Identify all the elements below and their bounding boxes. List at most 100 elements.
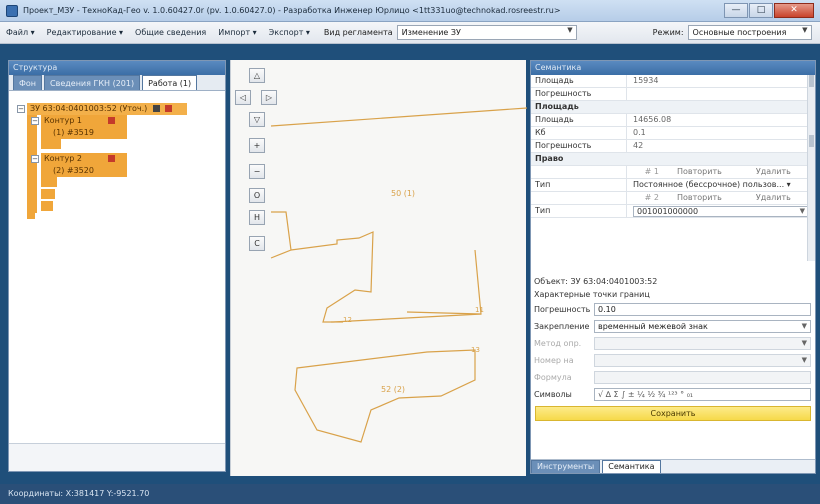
regulation-value: Изменение ЗУ [401, 28, 461, 37]
menu-general[interactable]: Общие сведения [129, 28, 212, 37]
repeat-link[interactable]: Повторить [677, 166, 722, 178]
zoom-in-button[interactable]: + [249, 138, 265, 153]
tab-semantics[interactable]: Семантика [602, 460, 661, 473]
chevron-down-icon: ▼ [799, 206, 805, 215]
semantics-panel: Семантика Площадь 15934 Погрешность Площ… [530, 60, 816, 474]
error-input[interactable]: 0.10 [594, 303, 811, 316]
fix-select[interactable]: временный межевой знак ▼ [594, 320, 811, 333]
save-button[interactable]: Сохранить [535, 406, 811, 421]
prop-value[interactable]: Постоянное (бессрочное) пользов... ▾ [627, 179, 815, 191]
tree-branch [41, 139, 61, 149]
menu-export[interactable]: Экспорт ▾ [263, 28, 316, 37]
fix-value: временный межевой знак [598, 322, 708, 331]
structure-tree: − ЗУ 63:04:0401003:52 (Уточ.) − Контур 1… [9, 91, 225, 219]
repeat-link[interactable]: Повторить [677, 192, 722, 204]
prop-value[interactable]: 0.1 [627, 127, 815, 139]
map-drawing: 50 (1) 52 (2) 12 11 13 [270, 107, 527, 443]
prop-value[interactable]: 42 [627, 140, 815, 152]
tab-background[interactable]: Фон [13, 75, 43, 90]
prop-value[interactable]: 001001000000 ▼ [627, 205, 815, 217]
prop-group-right: Право [531, 153, 815, 166]
mode-label: Режим: [652, 28, 684, 37]
prop-row[interactable]: Тип 001001000000 ▼ [531, 205, 815, 218]
prop-key: Тип [531, 205, 627, 217]
center-view-button[interactable]: C [249, 236, 265, 251]
parcel-label: 52 (2) [381, 385, 405, 394]
menu-import[interactable]: Импорт ▾ [212, 28, 262, 37]
zoom-out-button[interactable]: − [249, 164, 265, 179]
zoom-reset-button[interactable]: O [249, 188, 265, 203]
minimize-button[interactable]: — [724, 3, 748, 18]
tree-item-contour-1[interactable]: Контур 1 [41, 115, 127, 127]
delete-link[interactable]: Удалить [756, 166, 791, 178]
prop-value[interactable]: 15934 [627, 75, 815, 87]
prop-row[interactable]: Площадь 14656.08 [531, 114, 815, 127]
fix-label: Закрепление [534, 322, 590, 331]
tree-item-contour-1-child[interactable]: (1) #3519 [41, 127, 127, 139]
status-bar: Координаты: X:381417 Y:-9521.70 [0, 484, 820, 504]
point-form: Объект: ЗУ 63:04:0401003:52 Характерные … [531, 275, 815, 421]
menu-file[interactable]: Файл ▾ [0, 28, 41, 37]
form-row: Закрепление временный межевой знак ▼ [531, 318, 815, 335]
point-label: 13 [471, 346, 480, 354]
pan-up-button[interactable]: △ [249, 68, 265, 83]
form-row: Символы √ ∆ Σ ∫ ± ¼ ½ ¾ ¹²³ ° ₀₁ [531, 386, 815, 403]
menu-edit[interactable]: Редактирование ▾ [41, 28, 129, 37]
prop-key: Погрешность [531, 140, 627, 152]
tree-item-contour-2[interactable]: Контур 2 [41, 153, 127, 165]
semantics-header: Семантика [531, 61, 815, 75]
window-title: Проект_МЗУ - ТехноКад-Гео v. 1.0.60427.0… [23, 6, 561, 15]
error-label: Погрешность [534, 305, 591, 314]
prop-row[interactable]: Погрешность 42 [531, 140, 815, 153]
object-line: Объект: ЗУ 63:04:0401003:52 [534, 277, 658, 286]
tree-item-parcel[interactable]: ЗУ 63:04:0401003:52 (Уточ.) [27, 103, 187, 115]
chevron-down-icon: ▼ [801, 322, 807, 330]
status-badge [108, 117, 116, 124]
points-line: Характерные точки границ [534, 290, 650, 299]
tab-gkn-info[interactable]: Сведения ГКН (201) [44, 75, 141, 90]
maximize-button[interactable]: □ [749, 3, 773, 18]
prop-row[interactable]: Тип Постоянное (бессрочное) пользов... ▾ [531, 179, 815, 192]
collapse-icon[interactable]: − [17, 105, 25, 113]
collapse-icon[interactable]: − [31, 117, 39, 125]
tree-branch [41, 189, 55, 199]
scroll-thumb[interactable] [809, 75, 814, 87]
collapse-icon[interactable]: − [31, 155, 39, 163]
parcel-boundary [294, 349, 476, 443]
coords-readout: Координаты: X:381417 Y:-9521.70 [8, 489, 150, 498]
number-select[interactable]: ▼ [594, 354, 811, 367]
prop-key: Погрешность [531, 88, 627, 100]
pan-left-button[interactable]: ◁ [235, 90, 251, 105]
horizontal-scrollbar[interactable] [9, 443, 225, 471]
tab-tools[interactable]: Инструменты [531, 460, 601, 473]
home-view-button[interactable]: H [249, 210, 265, 225]
vertical-scrollbar[interactable] [807, 75, 815, 261]
tab-work[interactable]: Работа (1) [142, 75, 198, 90]
regulation-label: Вид регламента [323, 28, 393, 37]
prop-value[interactable]: 14656.08 [627, 114, 815, 126]
formula-input[interactable] [594, 371, 811, 384]
regulation-select[interactable]: Изменение ЗУ ▼ [396, 25, 577, 40]
point-label: 12 [343, 316, 352, 324]
symbols-bar[interactable]: √ ∆ Σ ∫ ± ¼ ½ ¾ ¹²³ ° ₀₁ [594, 388, 811, 401]
tree-item-label: (2) #3520 [53, 166, 94, 175]
pan-right-button[interactable]: ▷ [261, 90, 277, 105]
prop-key [531, 192, 627, 204]
method-select[interactable]: ▼ [594, 337, 811, 350]
tree-item-label: Контур 1 [44, 116, 82, 125]
close-button[interactable]: ✕ [774, 3, 814, 18]
tree-item-contour-2-child[interactable]: (2) #3520 [41, 165, 127, 177]
prop-row[interactable]: Погрешность [531, 88, 815, 101]
prop-row[interactable]: Кб 0.1 [531, 127, 815, 140]
delete-link[interactable]: Удалить [756, 192, 791, 204]
method-label: Метод опр. [534, 339, 582, 348]
mode-select[interactable]: Основные построения ▼ [687, 25, 812, 40]
prop-row[interactable]: Площадь 15934 [531, 75, 815, 88]
map-canvas[interactable]: 50 (1) 52 (2) 12 11 13 △ ◁ ▷ ▽ + − O H C [230, 60, 527, 476]
scroll-thumb[interactable] [809, 135, 814, 147]
pan-down-button[interactable]: ▽ [249, 112, 265, 127]
parcel-boundary [270, 107, 527, 127]
type-select[interactable]: 001001000000 ▼ [633, 205, 809, 217]
number-label: Номер на [534, 356, 574, 365]
prop-group-area: Площадь [531, 101, 815, 114]
